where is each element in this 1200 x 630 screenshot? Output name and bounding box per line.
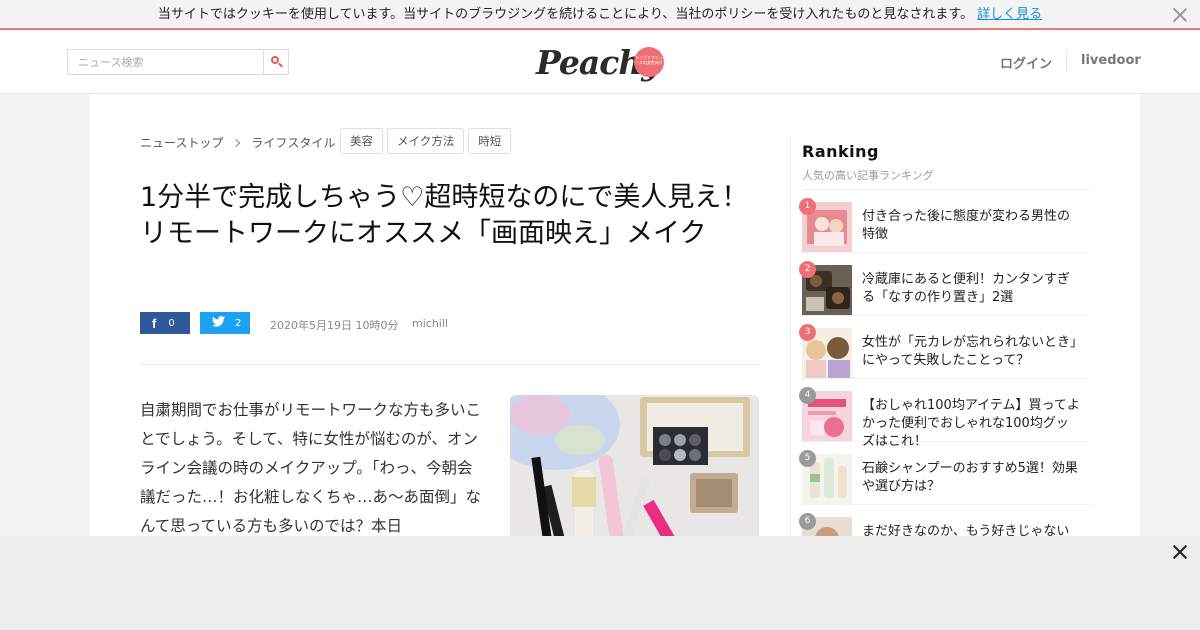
breadcrumb: ニューストップ ライフスタイル: [140, 134, 335, 151]
close-icon[interactable]: [1170, 5, 1190, 25]
logo-badge: ライブドアニュースの女性向け: [634, 47, 664, 77]
facebook-icon: f: [152, 315, 157, 331]
cookie-message: 当サイトではクッキーを使用しています。当サイトのブラウジングを続けることにより、…: [157, 7, 974, 22]
ranking-subtitle: 人気の高い記事ランキング: [802, 167, 1090, 190]
breadcrumb-lifestyle[interactable]: ライフスタイル: [251, 134, 335, 151]
tag-makeup[interactable]: メイク方法: [387, 128, 465, 154]
search-form: [67, 49, 289, 75]
ranking-item-title: 冷蔵庫にあると便利！カンタンすぎる「なすの作り置き」2選: [862, 272, 1071, 305]
ranking-item[interactable]: 2 冷蔵庫にあると便利！カンタンすぎる「なすの作り置き」2選: [799, 253, 1090, 316]
livedoor-link[interactable]: livedoor: [1081, 53, 1141, 68]
cookie-banner: 当サイトではクッキーを使用しています。当サイトのブラウジングを続けることにより、…: [0, 0, 1200, 30]
search-input[interactable]: [68, 50, 263, 74]
tag-time-saving[interactable]: 時短: [468, 128, 512, 154]
article-image[interactable]: [510, 395, 759, 555]
article-date: 2020年5月19日 10時0分: [270, 319, 399, 332]
rank-badge: 6: [799, 513, 816, 530]
cookie-details-link[interactable]: 詳しく見る: [977, 7, 1042, 22]
ranking-item[interactable]: 4 【おしゃれ100均アイテム】買ってよかった便利でおしゃれな100均グッズはこ…: [799, 379, 1090, 449]
tag-list: 美容 メイク方法 時短: [340, 128, 512, 154]
article-author[interactable]: michill: [412, 317, 448, 330]
article-body: 自粛期間でお仕事がリモートワークな方も多いことでしょう。そして、特に女性が悩むの…: [140, 401, 482, 535]
search-button[interactable]: [263, 50, 288, 74]
ranking-title: Ranking: [802, 142, 879, 161]
rank-badge: 3: [799, 324, 816, 341]
ranking-item-title: 石鹸シャンプーのおすすめ5選！効果や選び方は？: [862, 461, 1078, 494]
ranking-item[interactable]: 5 石鹸シャンプーのおすすめ5選！効果や選び方は？: [799, 442, 1090, 505]
site-header: Peachy ライブドアニュースの女性向け ログイン livedoor: [0, 31, 1200, 94]
rank-badge: 5: [799, 450, 816, 467]
twitter-count: 2: [235, 317, 242, 329]
ranking-item[interactable]: 1 付き合った後に態度が変わる男性の特徴: [799, 190, 1090, 253]
header-divider: [1066, 51, 1067, 71]
chevron-right-icon: [232, 138, 241, 147]
login-link[interactable]: ログイン: [1000, 53, 1052, 72]
bottom-ad-banner: [0, 536, 1200, 630]
breadcrumb-news-top[interactable]: ニューストップ: [140, 134, 223, 151]
site-logo[interactable]: Peachy ライブドアニュースの女性向け: [536, 43, 666, 83]
article-title: 1分半で完成しちゃう♡超時短なのにで美人見え！リモートワークにオススメ「画面映え…: [140, 182, 749, 249]
facebook-count: 0: [168, 317, 175, 329]
rank-badge: 2: [799, 261, 816, 278]
divider: [140, 364, 760, 365]
close-icon[interactable]: [1170, 542, 1190, 562]
ranking-sidebar: Ranking 人気の高い記事ランキング 1 付き合った後に態度が変わる男性の特…: [799, 142, 1090, 568]
ranking-item[interactable]: 3 女性が「元カレが忘れられないとき」にやって失敗したことって？: [799, 316, 1090, 379]
twitter-icon: [212, 316, 225, 330]
facebook-share-button[interactable]: f 0: [140, 312, 190, 334]
ranking-item-title: 付き合った後に態度が変わる男性の特徴: [862, 209, 1071, 242]
ranking-item-title: 女性が「元カレが忘れられないとき」にやって失敗したことって？: [862, 335, 1077, 368]
twitter-share-button[interactable]: 2: [200, 312, 250, 334]
rank-badge: 4: [799, 387, 816, 404]
tag-beauty[interactable]: 美容: [340, 128, 383, 154]
rank-badge: 1: [799, 198, 816, 215]
